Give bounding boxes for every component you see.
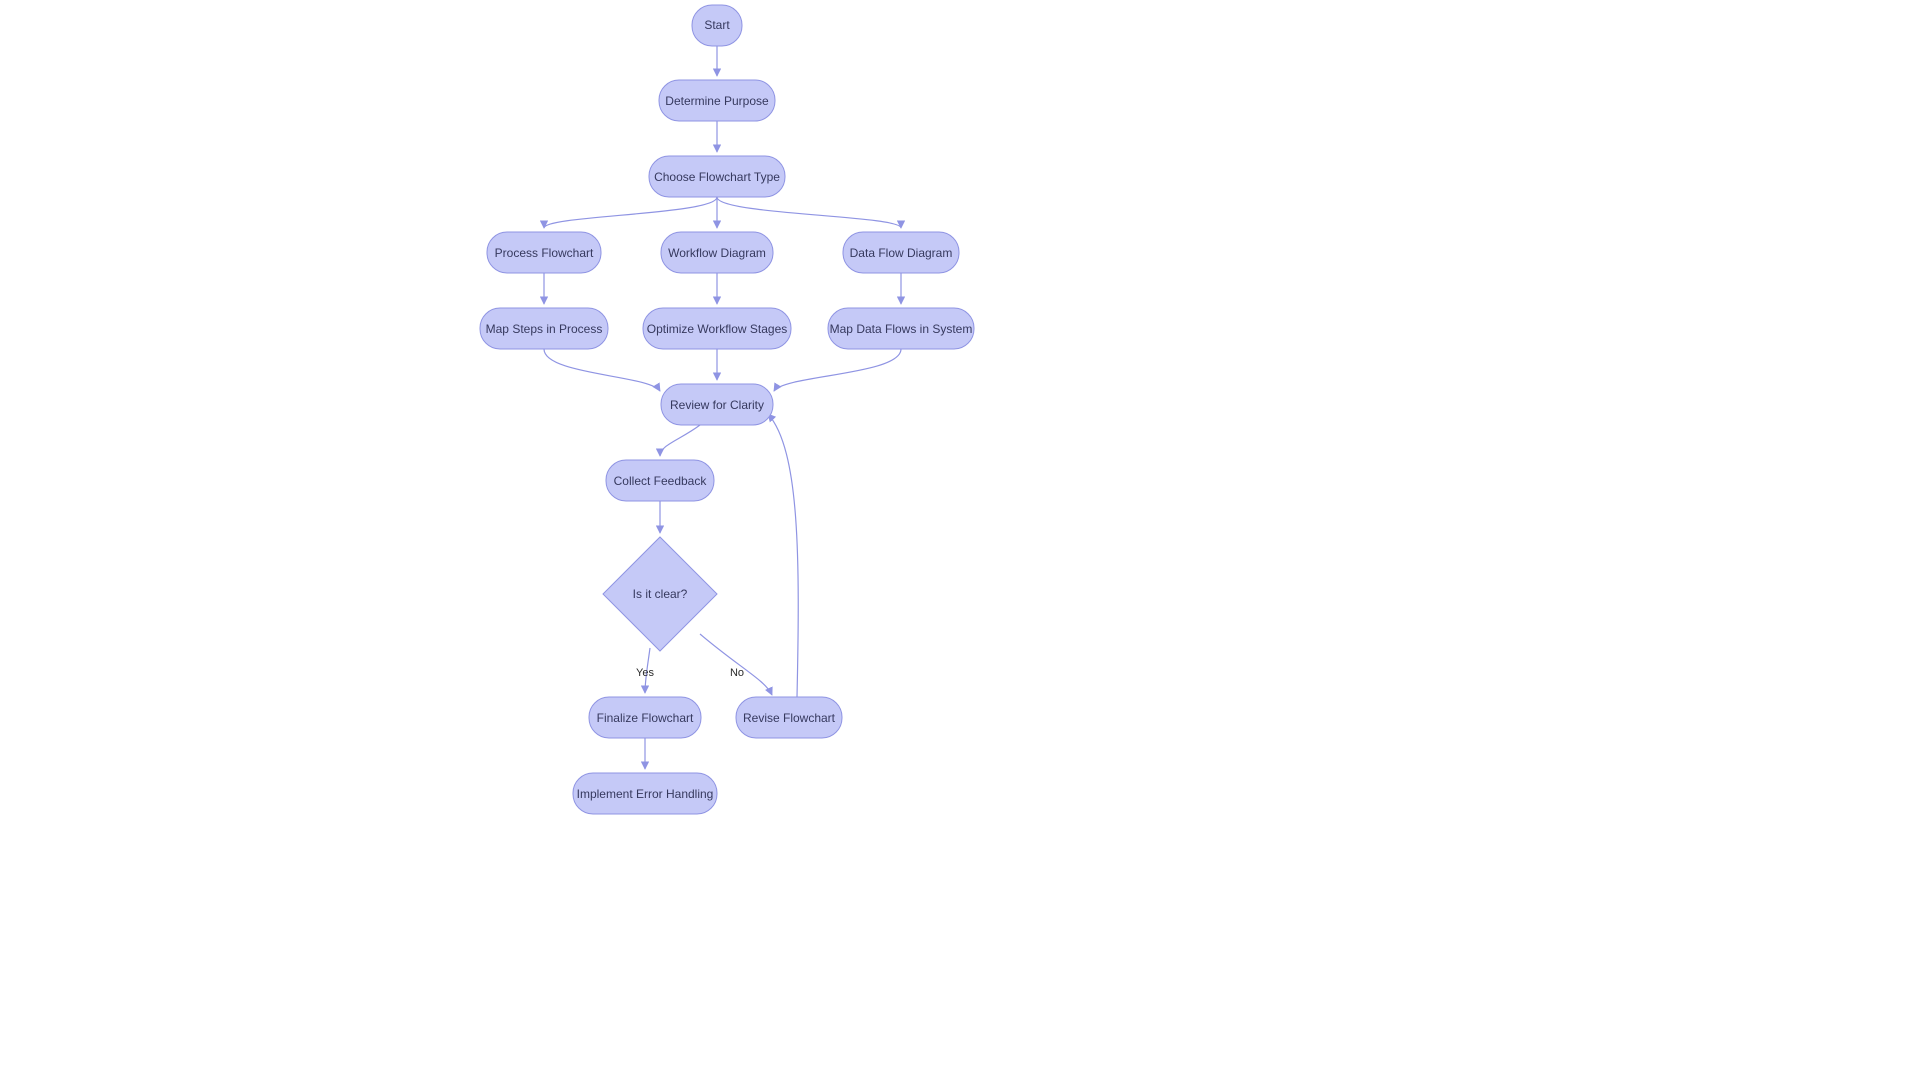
edge-label-yes: Yes — [636, 667, 654, 679]
node-optimize-workflow: Optimize Workflow Stages — [643, 308, 791, 349]
svg-text:Is it clear?: Is it clear? — [633, 587, 688, 601]
svg-text:Revise Flowchart: Revise Flowchart — [743, 711, 836, 725]
edge-revise-review — [768, 414, 798, 697]
node-workflow-diagram: Workflow Diagram — [661, 232, 773, 273]
svg-text:Start: Start — [704, 18, 730, 32]
svg-text:Choose Flowchart Type: Choose Flowchart Type — [654, 170, 780, 184]
node-map-data-flows: Map Data Flows in System — [828, 308, 974, 349]
node-determine-purpose: Determine Purpose — [659, 80, 775, 121]
node-review-clarity: Review for Clarity — [661, 384, 773, 425]
node-implement-error-handling: Implement Error Handling — [573, 773, 717, 814]
node-start: Start — [692, 5, 742, 46]
svg-text:Map Steps in Process: Map Steps in Process — [486, 322, 603, 336]
svg-text:Determine Purpose: Determine Purpose — [665, 94, 769, 108]
edge-choose-dataflow — [717, 197, 901, 228]
svg-text:Workflow Diagram: Workflow Diagram — [668, 246, 766, 260]
svg-text:Collect Feedback: Collect Feedback — [614, 474, 708, 488]
edge-label-no: No — [730, 667, 744, 679]
flowchart-diagram: Yes No Start Determine Purpose Choose Fl… — [0, 0, 1920, 1080]
svg-text:Finalize Flowchart: Finalize Flowchart — [597, 711, 694, 725]
edge-mapdata-review — [774, 349, 901, 391]
node-is-it-clear: Is it clear? — [603, 537, 717, 651]
node-finalize-flowchart: Finalize Flowchart — [589, 697, 701, 738]
svg-text:Optimize Workflow Stages: Optimize Workflow Stages — [647, 322, 788, 336]
svg-text:Map Data Flows in System: Map Data Flows in System — [830, 322, 973, 336]
node-choose-flowchart-type: Choose Flowchart Type — [649, 156, 785, 197]
edge-mapsteps-review — [544, 349, 660, 391]
node-collect-feedback: Collect Feedback — [606, 460, 714, 501]
svg-text:Implement Error Handling: Implement Error Handling — [577, 787, 714, 801]
svg-text:Process Flowchart: Process Flowchart — [495, 246, 594, 260]
node-data-flow-diagram: Data Flow Diagram — [843, 232, 959, 273]
edge-clear-revise — [700, 634, 772, 695]
edge-review-collect — [660, 425, 700, 456]
node-process-flowchart: Process Flowchart — [487, 232, 601, 273]
svg-text:Data Flow Diagram: Data Flow Diagram — [850, 246, 953, 260]
svg-text:Review for Clarity: Review for Clarity — [670, 398, 764, 412]
edge-choose-process — [544, 197, 717, 228]
node-map-steps: Map Steps in Process — [480, 308, 608, 349]
node-revise-flowchart: Revise Flowchart — [736, 697, 842, 738]
